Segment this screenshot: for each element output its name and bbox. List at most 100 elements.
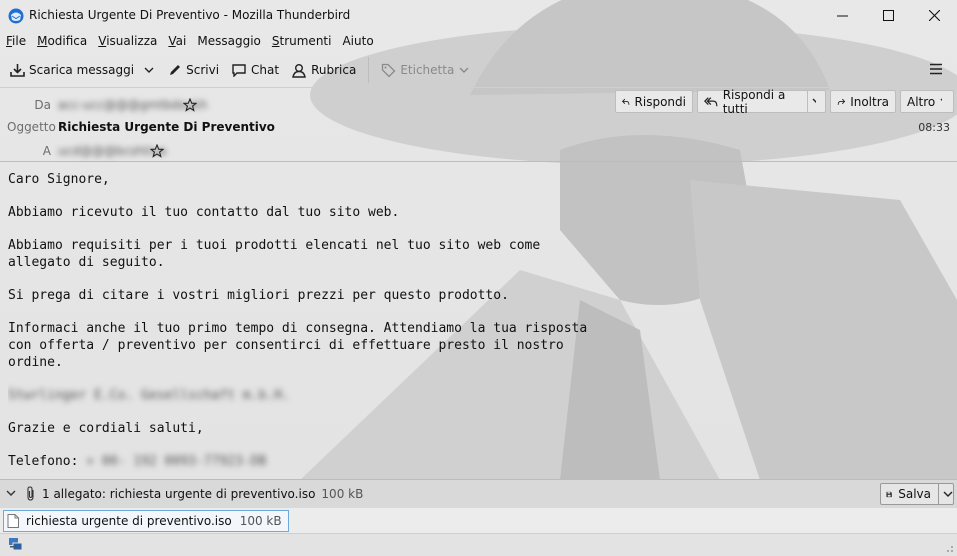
chevron-down-icon — [940, 98, 942, 101]
maximize-icon — [882, 10, 894, 21]
chevron-down-icon — [943, 491, 953, 497]
chevron-down-icon — [812, 98, 816, 103]
forward-icon — [837, 98, 846, 105]
status-bar — [0, 533, 957, 556]
menu-strumenti[interactable]: Strumenti — [266, 34, 337, 48]
menu-vai[interactable]: Vai — [162, 34, 191, 48]
more-label: Altro — [907, 94, 936, 109]
thunderbird-logo-icon — [8, 8, 24, 24]
attachment-item[interactable]: richiesta urgente di preventivo.iso 100 … — [3, 510, 289, 532]
tag-icon — [382, 63, 396, 77]
menu-strumenti-accel: S — [271, 34, 280, 48]
phone-line: Telefono: + 00- 192 0093-77923-DB — [8, 453, 948, 470]
reply-label: Rispondi — [634, 94, 686, 109]
get-messages-button[interactable]: Scarica messaggi — [0, 57, 140, 83]
reply-all-dropdown[interactable] — [807, 90, 826, 113]
menu-modifica-label: odifica — [47, 34, 88, 48]
close-icon — [928, 10, 940, 21]
forward-button[interactable]: Inoltra — [830, 90, 896, 113]
attachment-summary-size: 100 kB — [321, 487, 364, 501]
pencil-icon — [170, 65, 181, 75]
vertical-scrollbar[interactable] — [948, 162, 956, 478]
address-book-label: Rubrica — [311, 63, 357, 77]
menu-modifica-accel: M — [37, 34, 48, 48]
to-label: A — [42, 144, 51, 158]
maximize-button[interactable] — [865, 0, 911, 31]
minimize-button[interactable] — [819, 0, 865, 31]
save-icon — [886, 491, 892, 497]
attachment-bar: 1 allegato: richiesta urgente di prevent… — [0, 479, 957, 509]
more-button[interactable]: Altro — [900, 90, 954, 113]
body-paragraph: Informaci anche il tuo primo tempo di co… — [8, 321, 588, 370]
chevron-down-icon — [144, 67, 154, 73]
phone-label: Telefono: — [8, 454, 79, 469]
attachment-file-size: 100 kB — [239, 514, 282, 528]
attachment-summary-text: 1 allegato: richiesta urgente di prevent… — [42, 487, 316, 501]
reply-all-button[interactable]: Rispondi a tutti — [697, 87, 807, 116]
expand-toggle-icon[interactable] — [6, 488, 16, 498]
subject-label: Oggetto — [7, 120, 56, 134]
menu-messaggio[interactable]: Messaggio — [191, 34, 266, 48]
body-closing: Grazie e cordiali saluti, — [8, 421, 204, 436]
body-paragraph: Caro Signore, — [8, 172, 110, 187]
reply-button[interactable]: Rispondi — [615, 90, 693, 113]
chevron-down-icon — [459, 67, 469, 73]
phone-value: + 00- 192 0093-77923-DB — [86, 454, 267, 469]
save-dropdown[interactable] — [938, 484, 953, 504]
message-time: 08:33 — [918, 121, 950, 134]
menu-bar: File Modifica Visualizza Vai Messaggio S… — [0, 31, 379, 51]
get-messages-dropdown[interactable] — [140, 57, 162, 83]
write-label: Scrivi — [186, 63, 220, 77]
menu-visualizza-label: isualizza — [106, 34, 158, 48]
menu-vai-accel: V — [168, 34, 176, 48]
attachment-file-name: richiesta urgente di preventivo.iso — [26, 514, 232, 528]
body-paragraph: Abbiamo ricevuto il tuo contatto dal tuo… — [8, 205, 400, 220]
tag-button[interactable]: Etichetta — [375, 57, 479, 83]
menu-modifica[interactable]: Modifica — [31, 34, 92, 48]
tag-label: Etichetta — [400, 63, 455, 77]
resize-grip-icon[interactable] — [944, 543, 954, 553]
title-bar: Richiesta Urgente Di Preventivo - Mozill… — [0, 0, 957, 31]
forward-label: Inoltra — [850, 94, 889, 109]
reply-all-icon — [704, 96, 718, 106]
save-label: Salva — [898, 487, 931, 501]
file-icon — [7, 514, 19, 528]
star-icon[interactable] — [150, 144, 164, 158]
chat-button[interactable]: Chat — [225, 57, 285, 83]
chat-bubble-icon — [232, 64, 246, 77]
download-icon — [10, 64, 25, 77]
from-label: Da — [34, 98, 51, 112]
body-paragraph: Abbiamo requisiti per i tuoi prodotti el… — [8, 238, 541, 270]
paperclip-icon — [27, 486, 34, 501]
write-button[interactable]: Scrivi — [162, 57, 225, 83]
attachment-summary: 1 allegato: richiesta urgente di prevent… — [42, 487, 363, 501]
menu-file[interactable]: File — [0, 34, 31, 48]
close-button[interactable] — [911, 0, 957, 31]
minimize-icon — [836, 15, 848, 17]
menu-visualizza[interactable]: Visualizza — [92, 34, 162, 48]
attachment-list: richiesta urgente di preventivo.iso 100 … — [0, 508, 957, 533]
main-toolbar: Scarica messaggi Scrivi Chat Rubrica Eti… — [0, 54, 957, 86]
online-status-icon[interactable] — [8, 537, 23, 552]
toolbar-separator — [368, 57, 370, 83]
menu-strumenti-label: trumenti — [279, 34, 332, 48]
star-icon[interactable] — [183, 98, 197, 112]
save-attachment-button[interactable]: Salva — [880, 483, 954, 505]
menu-messaggio-label: Messaggio — [197, 34, 261, 48]
app-menu-icon[interactable] — [929, 62, 943, 76]
reply-all-label: Rispondi a tutti — [722, 87, 786, 116]
subject-value: Richiesta Urgente Di Preventivo — [58, 120, 275, 134]
signature-company: Stwrlinger E.Co. Gesellschaft m.b.H. — [8, 388, 290, 403]
chat-label: Chat — [251, 63, 280, 77]
menu-vai-label: ai — [175, 34, 187, 48]
address-book-button[interactable]: Rubrica — [285, 57, 362, 83]
window-title: Richiesta Urgente Di Preventivo - Mozill… — [29, 8, 351, 22]
get-messages-label: Scarica messaggi — [29, 63, 135, 77]
menu-aiuto[interactable]: Aiuto — [336, 34, 378, 48]
menu-file-label: ile — [12, 34, 27, 48]
reply-icon — [622, 98, 630, 105]
message-header: Da acc-ucc@@@gmtbdsukh Oggetto Richiesta… — [0, 87, 957, 162]
menu-aiuto-label: Aiuto — [342, 34, 374, 48]
message-body: Caro Signore, Abbiamo ricevuto il tuo co… — [8, 171, 948, 477]
body-paragraph: Si prega di citare i vostri migliori pre… — [8, 288, 509, 303]
